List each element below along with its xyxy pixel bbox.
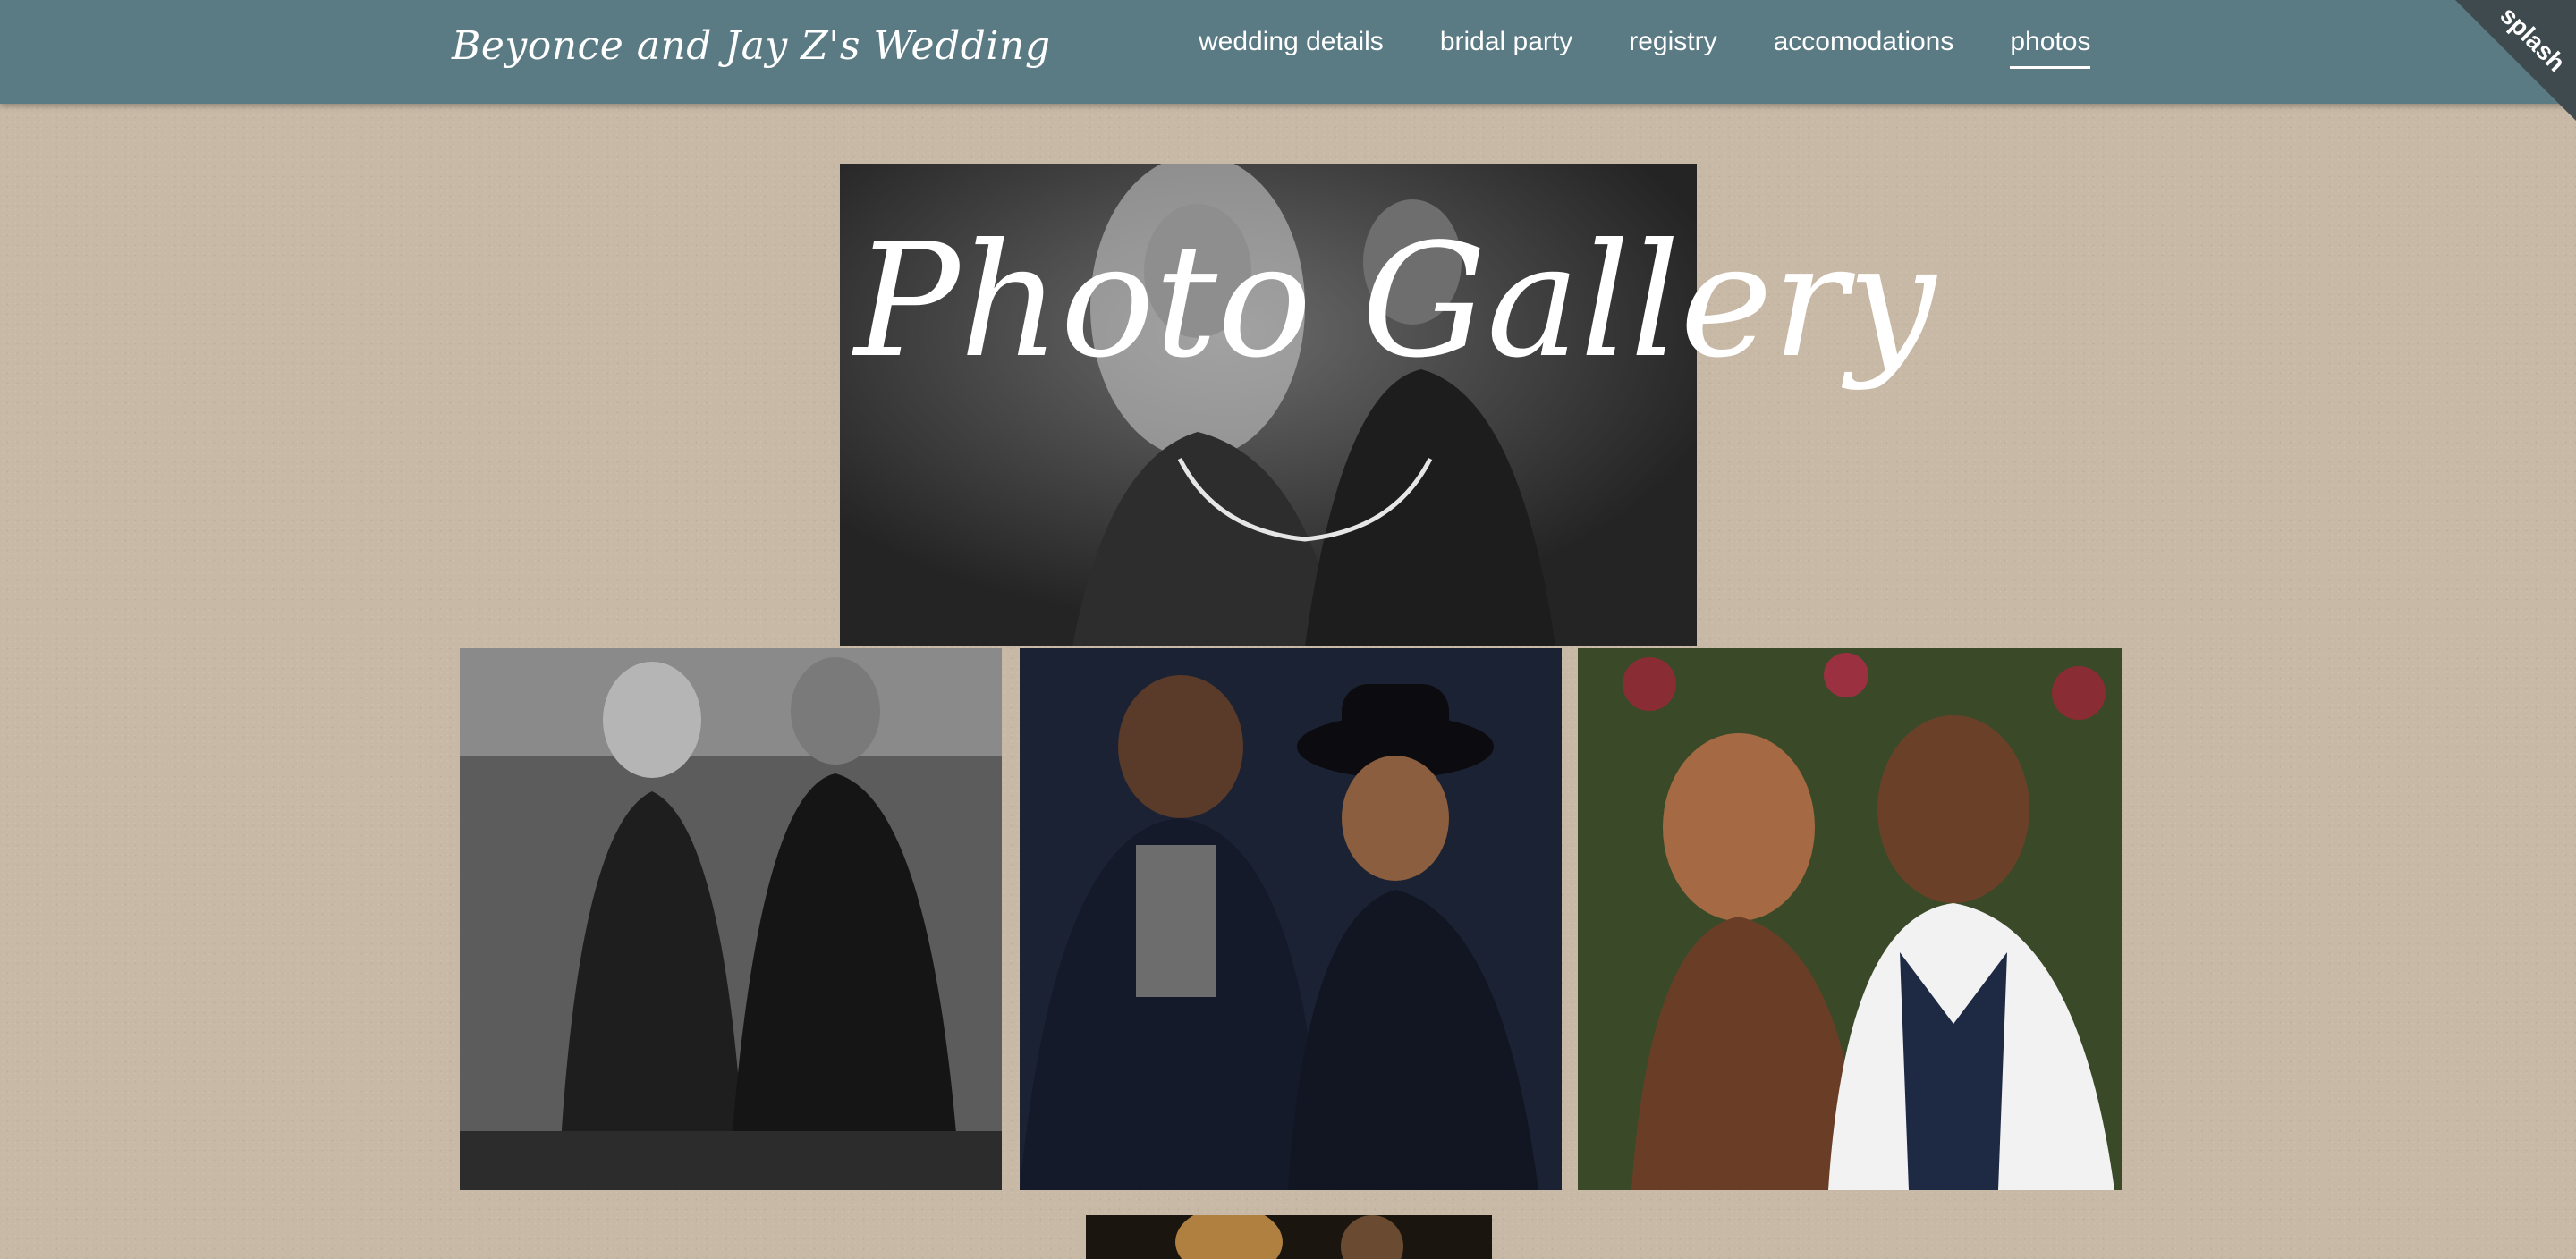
photo-4-art <box>1086 1215 1492 1259</box>
nav-bridal-party[interactable]: bridal party <box>1440 27 1572 69</box>
site-brand[interactable]: Beyonce and Jay Z's Wedding <box>452 23 1050 69</box>
nav-registry[interactable]: registry <box>1629 27 1716 69</box>
nav-photos[interactable]: photos <box>2010 27 2091 69</box>
site-header: Beyonce and Jay Z's Wedding wedding deta… <box>0 0 2576 104</box>
splash-ribbon[interactable]: splash <box>2455 0 2576 121</box>
gallery-photo-1[interactable] <box>460 648 1002 1190</box>
gallery-photo-3[interactable] <box>1578 648 2122 1190</box>
gallery-photo-4[interactable] <box>1086 1215 1492 1259</box>
nav-wedding-details[interactable]: wedding details <box>1199 27 1384 69</box>
nav-accomodations[interactable]: accomodations <box>1774 27 1954 69</box>
main-nav: wedding details bridal party registry ac… <box>1199 27 2147 69</box>
gallery-title: Photo Gallery <box>854 211 1936 393</box>
gallery-photo-2[interactable] <box>1020 648 1562 1190</box>
photo-1-art <box>460 648 1002 1190</box>
photo-2-art <box>1020 648 1562 1190</box>
photo-3-art <box>1578 648 2122 1190</box>
